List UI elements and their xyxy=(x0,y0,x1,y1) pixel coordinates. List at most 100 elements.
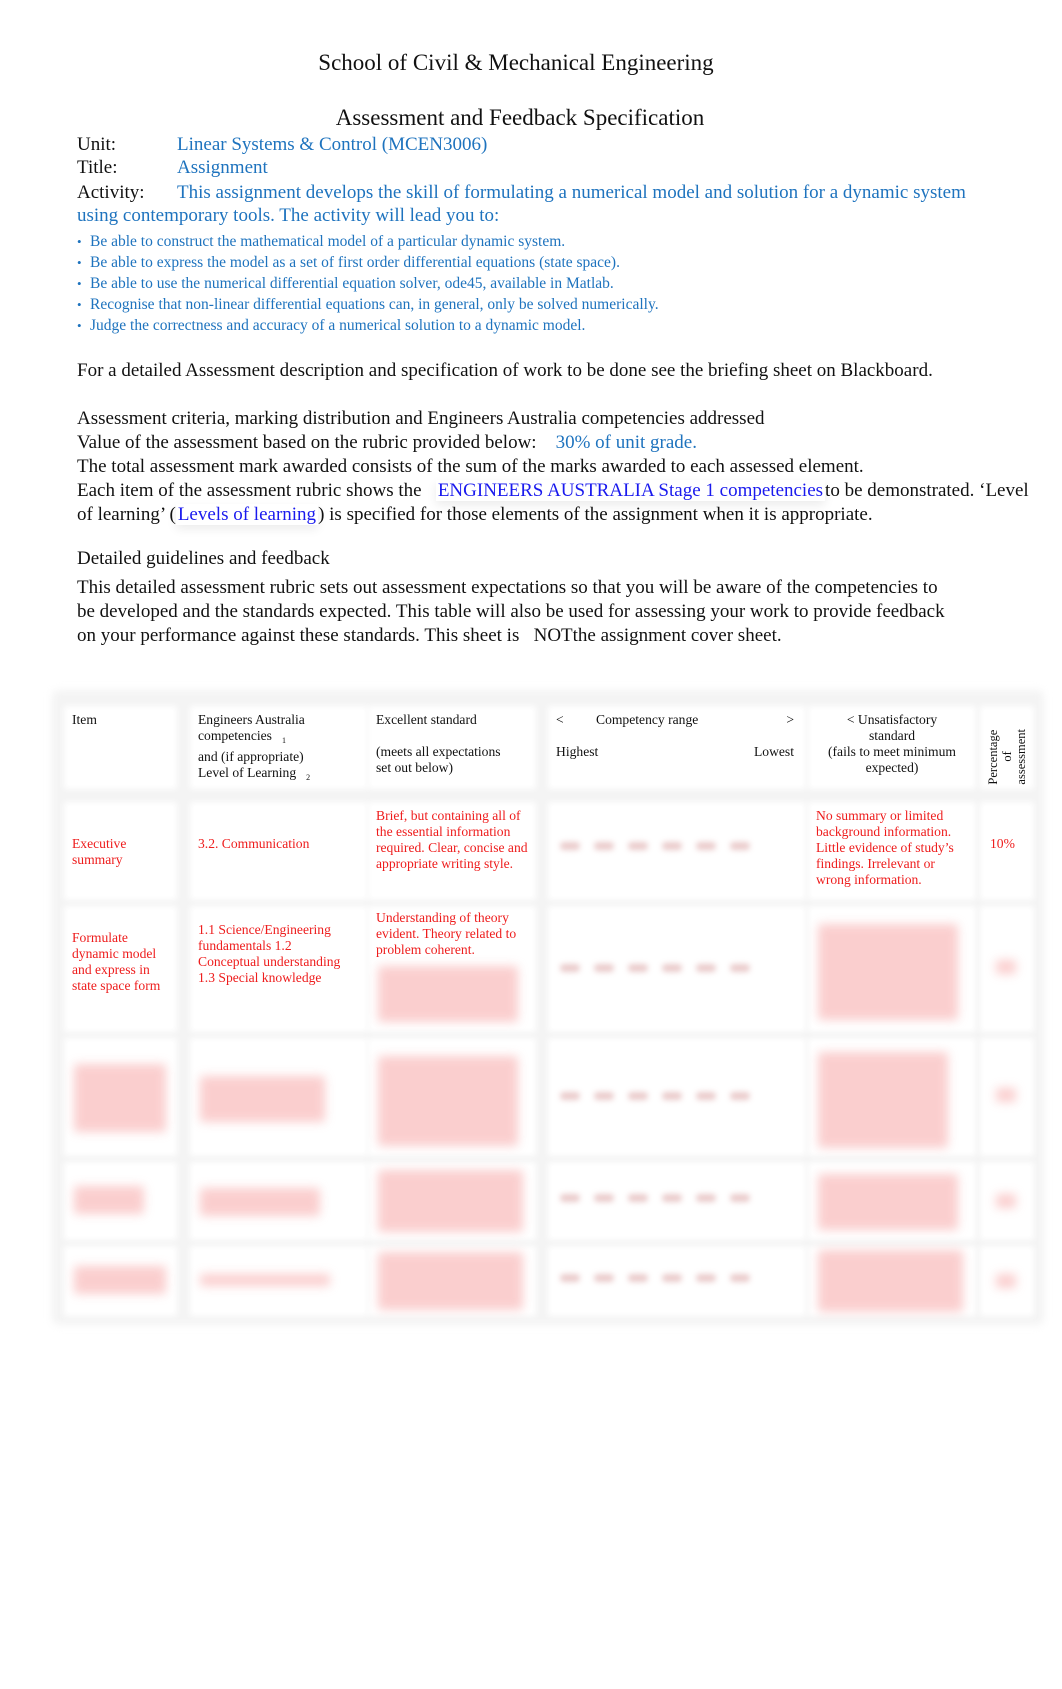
guidelines-line1: This detailed assessment rubric sets out… xyxy=(77,577,938,598)
row-competency-cell xyxy=(194,1166,364,1236)
guidelines-line3: on your performance against these standa… xyxy=(77,625,782,646)
redacted-text xyxy=(378,1170,523,1232)
row-unsatisfactory-cell xyxy=(812,1166,972,1236)
row-percentage-cell xyxy=(984,1166,1030,1236)
redacted-text xyxy=(378,966,518,1022)
redacted-text xyxy=(818,1250,963,1312)
bullet-icon: • xyxy=(77,297,82,312)
header-item: Item xyxy=(68,710,173,785)
redacted-text xyxy=(818,1052,948,1148)
total-mark-note: The total assessment mark awarded consis… xyxy=(77,456,864,477)
row-item: Formulate dynamic model and express in s… xyxy=(72,930,161,993)
redacted-text xyxy=(74,1064,166,1132)
redacted-text xyxy=(200,1274,330,1286)
range-checkboxes xyxy=(560,1092,750,1100)
row-unsatisfactory: No summary or limited background informa… xyxy=(816,808,954,887)
list-item: • Be able to express the model as a set o… xyxy=(77,254,620,271)
school-heading: School of Civil & Mechanical Engineering xyxy=(318,50,714,75)
footnote-1: 1 xyxy=(281,736,286,745)
activity-text-line2: using contemporary tools. The activity w… xyxy=(77,205,500,226)
row-excellent: Understanding of theory evident. Theory … xyxy=(376,910,517,957)
unit-label: Unit: xyxy=(77,134,117,155)
table-row: Executive summary xyxy=(68,806,173,896)
redacted-text xyxy=(200,1076,325,1122)
briefing-note: For a detailed Assessment description an… xyxy=(77,360,933,381)
row-percentage: 10% xyxy=(990,836,1015,851)
list-item: • Recognise that non-linear differential … xyxy=(77,296,659,313)
redacted-text xyxy=(74,1186,144,1214)
row-excellent: Brief, but containing all of the essenti… xyxy=(376,808,528,871)
range-checkboxes xyxy=(560,1194,750,1202)
row-competency-cell: 3.2. Communication xyxy=(194,806,364,896)
unit-row: Unit: Linear Systems & Control (MCEN3006) xyxy=(77,134,487,156)
header-competency-range: < Competency range > Highest Lowest xyxy=(552,710,802,785)
row-unsatisfactory-cell xyxy=(812,910,972,1028)
row-competency-cell xyxy=(194,1250,364,1312)
criteria-heading: Assessment criteria, marking distributio… xyxy=(77,408,765,429)
header-ea-competencies: Engineers Australia competencies 1 and (i… xyxy=(194,710,364,785)
guidelines-heading: Detailed guidelines and feedback xyxy=(77,548,330,569)
row-unsatisfactory-cell xyxy=(812,1042,972,1152)
title-row: Title: Assignment xyxy=(77,157,268,179)
range-checkboxes xyxy=(560,1274,750,1282)
activity-label: Activity: xyxy=(77,182,145,203)
row-excellent-cell xyxy=(372,1250,532,1312)
row-unsatisfactory-cell: No summary or limited background informa… xyxy=(812,806,972,896)
row-excellent-cell: Understanding of theory evident. Theory … xyxy=(372,910,532,1028)
activity-text-line1: This assignment develops the skill of fo… xyxy=(177,182,966,203)
header-unsatisfactory: < Unsatisfactory standard (fails to meet… xyxy=(812,710,972,785)
redacted-text xyxy=(996,1194,1016,1208)
row-unsatisfactory-cell xyxy=(812,1250,972,1312)
row-percentage-cell xyxy=(984,1250,1030,1312)
levels-of-learning-link[interactable]: Levels of learning xyxy=(176,504,318,525)
row-range-cell xyxy=(552,1042,802,1152)
redacted-text xyxy=(996,960,1016,974)
redacted-text xyxy=(818,924,958,1020)
levels-note: of learning’ (Levels of learning) is spe… xyxy=(77,504,873,525)
row-range-cell xyxy=(552,806,802,896)
table-row xyxy=(68,1250,173,1312)
list-item: • Judge the correctness and accuracy of a… xyxy=(77,317,586,334)
range-checkboxes xyxy=(560,842,750,850)
bullet-icon: • xyxy=(77,276,82,291)
title-value: Assignment xyxy=(177,157,268,178)
title-label: Title: xyxy=(77,157,118,178)
header-excellent: Excellent standard (meets all expectatio… xyxy=(372,710,532,785)
activity-row: Activity: This assignment develops the sk… xyxy=(77,182,966,204)
assessment-value-row: Value of the assessment based on the rub… xyxy=(77,432,697,453)
row-range-cell xyxy=(552,1250,802,1312)
footnote-2: 2 xyxy=(306,773,311,782)
row-excellent-cell xyxy=(372,1166,532,1236)
redacted-text xyxy=(996,1088,1016,1102)
bullet-icon: • xyxy=(77,255,82,270)
row-competency: 3.2. Communication xyxy=(198,836,310,851)
row-item: Executive summary xyxy=(72,836,127,867)
row-range-cell xyxy=(552,1166,802,1236)
redacted-text xyxy=(200,1188,320,1216)
redacted-text xyxy=(74,1266,166,1294)
redacted-text xyxy=(378,1056,518,1146)
not-emphasis: NOT xyxy=(533,625,573,646)
row-competency-cell: 1.1 Science/Engineering fundamentals 1.2… xyxy=(194,910,364,1028)
row-range-cell xyxy=(552,910,802,1028)
range-checkboxes xyxy=(560,964,750,972)
row-percentage-cell: 10% xyxy=(984,806,1030,896)
row-percentage-cell xyxy=(984,910,1030,1028)
row-excellent-cell xyxy=(372,1042,532,1152)
rubric-table: Item Engineers Australia competencies 1 a… xyxy=(52,690,1044,1325)
competencies-note: Each item of the assessment rubric shows… xyxy=(77,480,1029,501)
bullet-icon: • xyxy=(77,318,82,333)
table-row: Formulate dynamic model and express in s… xyxy=(68,910,173,1028)
list-item: • Be able to use the numerical differenti… xyxy=(77,275,614,292)
redacted-text xyxy=(996,1274,1016,1288)
list-item: • Be able to construct the mathematical m… xyxy=(77,233,566,250)
ea-competencies-link[interactable]: ENGINEERS AUSTRALIA Stage 1 competencies xyxy=(436,480,825,501)
bullet-icon: • xyxy=(77,234,82,249)
redacted-text xyxy=(378,1252,523,1310)
row-competency-cell xyxy=(194,1042,364,1152)
table-row xyxy=(68,1166,173,1236)
row-percentage-cell xyxy=(984,1042,1030,1152)
assessment-value: 30% of unit grade. xyxy=(555,432,697,453)
row-competency: 1.1 Science/Engineering fundamentals 1.2… xyxy=(198,922,341,985)
table-row xyxy=(68,1042,173,1152)
